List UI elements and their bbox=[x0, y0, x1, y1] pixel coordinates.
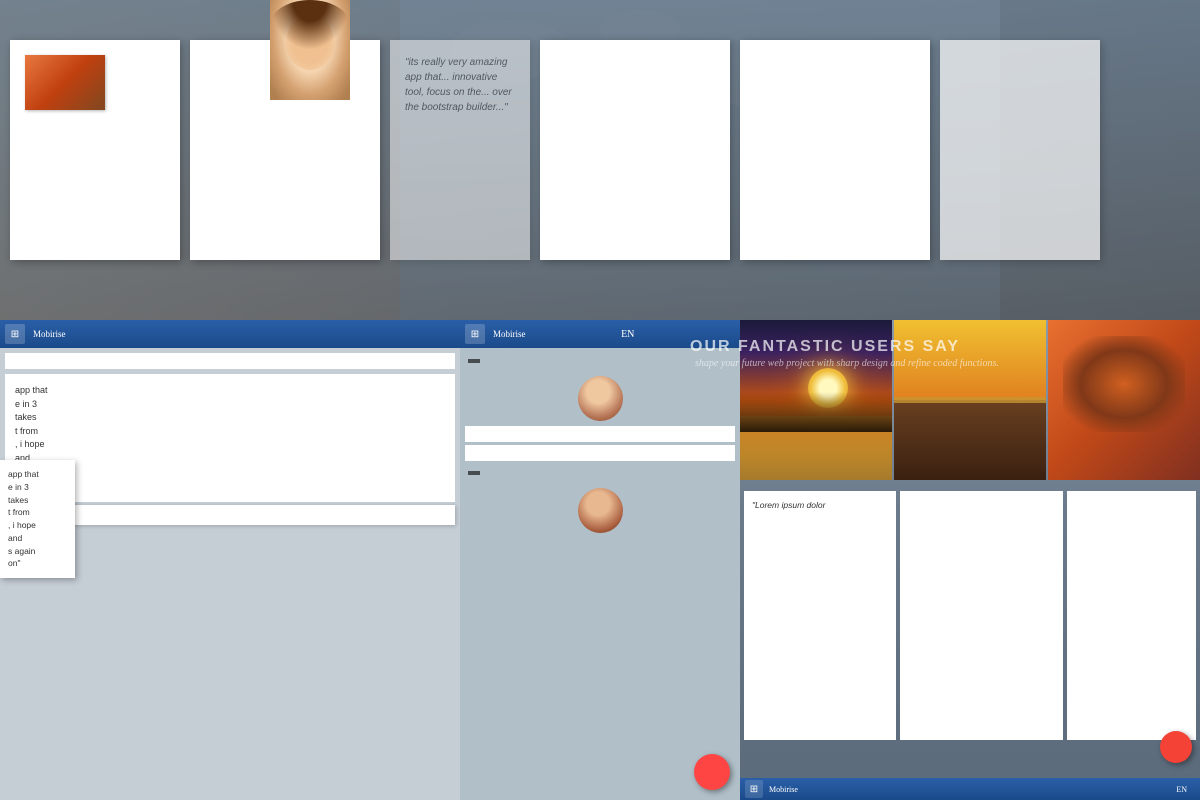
testimonial-card-1 bbox=[10, 40, 180, 260]
testimonial-card-4 bbox=[540, 40, 730, 260]
add-button-right[interactable] bbox=[1160, 731, 1192, 763]
block-avatar-2 bbox=[578, 488, 623, 533]
editor-right-panel: "Lorem ipsum dolor ⊞ Mobirise EN bbox=[740, 320, 1200, 800]
add-block-button[interactable] bbox=[694, 754, 730, 790]
portrait-face bbox=[270, 0, 350, 100]
testimonial-text-partial: "its really very amazing app that... inn… bbox=[405, 55, 515, 115]
photo-waterline bbox=[894, 397, 1046, 403]
block-1-label[interactable] bbox=[468, 359, 480, 363]
taskbar-top-1: ⊞ Mobirise bbox=[0, 320, 460, 348]
top-section: "its really very amazing app that... inn… bbox=[0, 0, 1200, 320]
taskbar-app-right: Mobirise bbox=[769, 785, 798, 794]
block-avatar-1 bbox=[578, 376, 623, 421]
lorem-card: "Lorem ipsum dolor bbox=[744, 491, 896, 740]
editor-filler-text bbox=[465, 445, 735, 461]
hair bbox=[270, 0, 350, 50]
mobirise-header bbox=[5, 353, 455, 369]
taskbar-bottom-right: ⊞ Mobirise EN bbox=[740, 778, 1200, 800]
start-button-1[interactable]: ⊞ bbox=[5, 324, 25, 344]
bottom-card-4 bbox=[900, 491, 1063, 740]
partial-left-card: app that e in 3 takes t from , i hope an… bbox=[0, 460, 75, 578]
thumbnail-image bbox=[25, 55, 105, 110]
start-button-2[interactable]: ⊞ bbox=[465, 324, 485, 344]
photo-dark bbox=[1048, 320, 1200, 480]
section-header bbox=[0, 0, 1200, 15]
block-6-label[interactable] bbox=[468, 471, 480, 475]
avatar-face-1 bbox=[578, 376, 623, 421]
block-editor-body bbox=[460, 348, 740, 800]
photo-row bbox=[740, 320, 1200, 485]
taskbar-top-2: ⊞ Mobirise EN bbox=[460, 320, 740, 348]
editor-testimonial-1 bbox=[465, 426, 735, 442]
lorem-label: "Lorem ipsum dolor bbox=[752, 499, 888, 512]
start-btn-right[interactable]: ⊞ bbox=[745, 780, 763, 798]
center-app-label: Mobirise bbox=[493, 329, 526, 339]
taskbar-app-label: Mobirise bbox=[33, 329, 66, 339]
bottom-cards-row: "Lorem ipsum dolor bbox=[740, 487, 1200, 744]
builder-area: ⊞ Mobirise app that e in 3 takes t from … bbox=[0, 320, 1200, 800]
photo-sunset bbox=[740, 320, 892, 480]
landscape-silhouette bbox=[740, 392, 892, 432]
block-avatar-container-1 bbox=[465, 376, 735, 421]
avatar-face-2 bbox=[578, 488, 623, 533]
bottom-card-5 bbox=[1067, 491, 1196, 740]
photo-landscape bbox=[894, 320, 1046, 480]
photo-ground bbox=[894, 400, 1046, 480]
testimonial-card-6 bbox=[940, 40, 1100, 260]
subtitle-text: shape your future web project with sharp… bbox=[695, 358, 999, 369]
editor-center-panel: ⊞ Mobirise EN bbox=[460, 320, 740, 800]
add-button-area bbox=[740, 746, 1200, 776]
testimonial-card-3: "its really very amazing app that... inn… bbox=[390, 40, 530, 260]
lang-display-2: EN bbox=[621, 329, 634, 340]
portrait-card bbox=[260, 0, 360, 100]
testimonial-card-5 bbox=[740, 40, 930, 260]
cloud-dark bbox=[1063, 336, 1185, 432]
testimonials-row: "its really very amazing app that... inn… bbox=[0, 35, 1200, 265]
block-avatar-container-2 bbox=[465, 488, 735, 533]
lang-right: EN bbox=[1176, 785, 1187, 794]
